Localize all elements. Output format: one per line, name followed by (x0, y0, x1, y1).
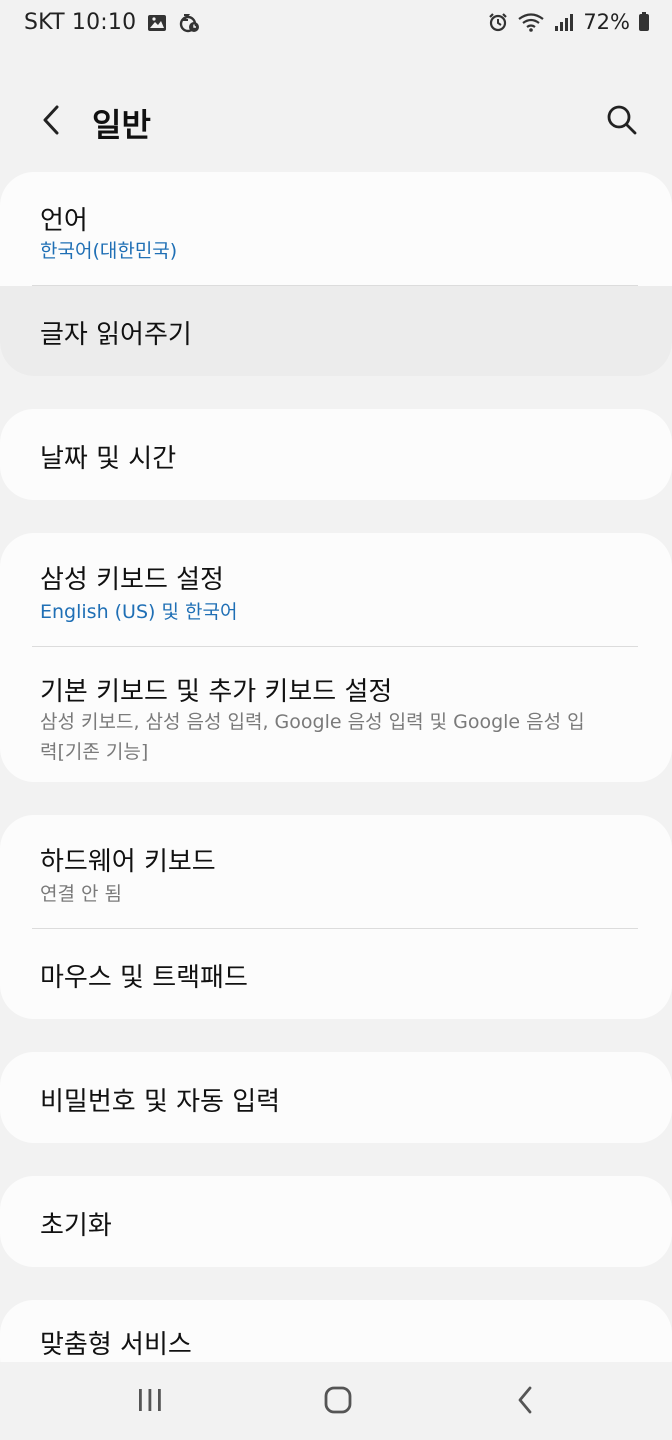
search-button[interactable] (598, 98, 646, 146)
app-bar: 일반 (0, 90, 672, 154)
passwords-item[interactable]: 비밀번호 및 자동 입력 (0, 1052, 672, 1143)
default-keyboard-item[interactable]: 기본 키보드 및 추가 키보드 설정 삼성 키보드, 삼성 음성 입력, Goo… (0, 647, 672, 782)
hardware-keyboard-title: 하드웨어 키보드 (40, 847, 216, 877)
datetime-item[interactable]: 날짜 및 시간 (0, 409, 672, 500)
datetime-title: 날짜 및 시간 (40, 444, 177, 474)
language-title: 언어 (40, 206, 88, 236)
home-icon (323, 1385, 353, 1419)
passwords-card: 비밀번호 및 자동 입력 (0, 1052, 672, 1143)
gallery-icon (146, 12, 168, 34)
reset-item[interactable]: 초기화 (0, 1176, 672, 1267)
custom-service-title: 맞춤형 서비스 (40, 1330, 192, 1360)
status-bar-right: 72% (487, 10, 650, 34)
samsung-keyboard-title: 삼성 키보드 설정 (40, 565, 224, 595)
status-bar: SKT 10:10 72% (0, 0, 672, 52)
hardware-keyboard-item[interactable]: 하드웨어 키보드 연결 안 됨 (0, 815, 672, 928)
alarm-icon (487, 11, 509, 33)
wifi-icon (517, 11, 545, 33)
reset-title: 초기화 (40, 1211, 112, 1241)
battery-level: 72% (583, 10, 630, 34)
carrier-time: SKT 10:10 (24, 10, 137, 35)
navigation-bar (0, 1362, 672, 1440)
tts-title: 글자 읽어주기 (40, 320, 192, 350)
settings-screen: SKT 10:10 72% 일반 언어 한국어(대한민국) 글자 읽어주기 날짜… (0, 0, 672, 1440)
default-keyboard-title: 기본 키보드 및 추가 키보드 설정 (40, 677, 393, 707)
page-title: 일반 (92, 106, 151, 144)
hardware-keyboard-subtitle: 연결 안 됨 (40, 883, 122, 905)
hardware-card: 하드웨어 키보드 연결 안 됨 마우스 및 트랙패드 (0, 815, 672, 1019)
back-icon (514, 1385, 538, 1419)
samsung-keyboard-item[interactable]: 삼성 키보드 설정 English (US) 및 한국어 (0, 533, 672, 646)
search-icon (606, 104, 638, 140)
tts-item[interactable]: 글자 읽어주기 (0, 286, 672, 376)
nav-back-button[interactable] (496, 1380, 556, 1424)
recents-icon (135, 1386, 165, 1418)
passwords-title: 비밀번호 및 자동 입력 (40, 1087, 281, 1117)
language-card: 언어 한국어(대한민국) 글자 읽어주기 (0, 172, 672, 376)
signal-icon (553, 11, 575, 33)
chevron-left-icon (40, 104, 64, 140)
back-button[interactable] (30, 100, 74, 144)
mouse-item[interactable]: 마우스 및 트랙패드 (0, 929, 672, 1019)
default-keyboard-subtitle: 삼성 키보드, 삼성 음성 입력, Google 음성 입력 및 Google … (40, 711, 585, 763)
status-bar-left: SKT 10:10 (24, 10, 200, 35)
do-not-disturb-icon (178, 12, 200, 34)
language-item[interactable]: 언어 한국어(대한민국) (0, 172, 672, 285)
recents-button[interactable] (120, 1380, 180, 1424)
battery-icon (638, 11, 650, 33)
home-button[interactable] (308, 1380, 368, 1424)
reset-card: 초기화 (0, 1176, 672, 1267)
mouse-title: 마우스 및 트랙패드 (40, 963, 248, 993)
keyboard-card: 삼성 키보드 설정 English (US) 및 한국어 기본 키보드 및 추가… (0, 533, 672, 782)
datetime-card: 날짜 및 시간 (0, 409, 672, 500)
language-subtitle: 한국어(대한민국) (40, 240, 178, 262)
samsung-keyboard-subtitle: English (US) 및 한국어 (40, 601, 238, 623)
